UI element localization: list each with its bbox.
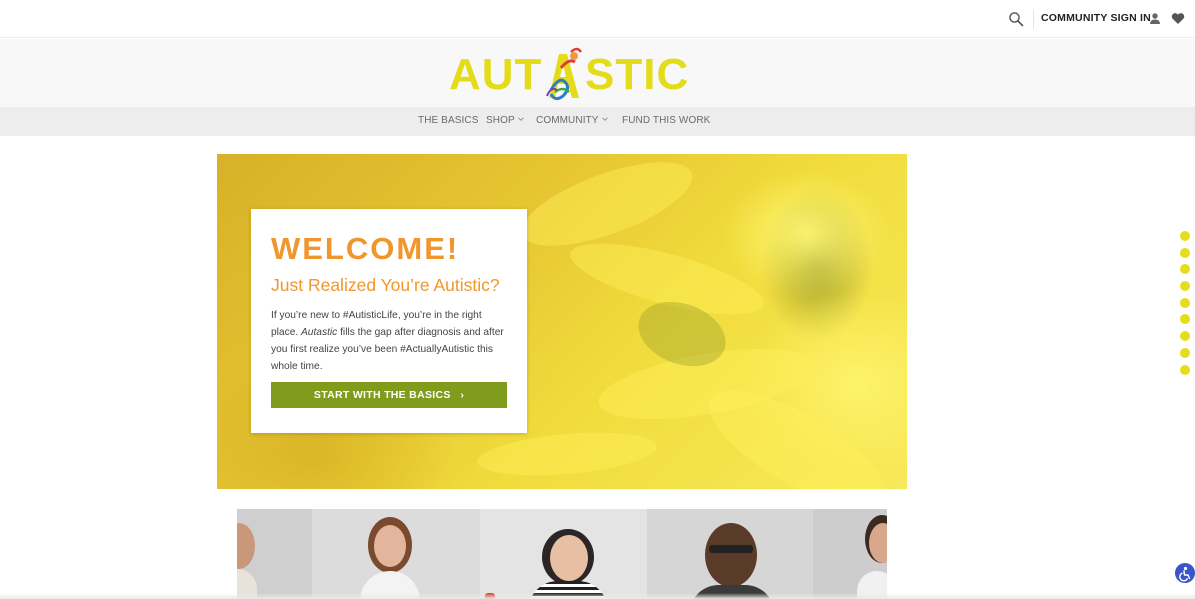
welcome-heading: WELCOME!: [271, 231, 460, 266]
bottom-edge-shadow: [0, 593, 1195, 599]
user-icon[interactable]: [1149, 12, 1161, 25]
start-with-basics-button[interactable]: START WITH THE BASICS ›: [271, 382, 507, 408]
scroll-dot[interactable]: [1180, 347, 1190, 358]
main-nav: THE BASICS SHOP COMMUNITY FUND THIS WORK: [0, 107, 1195, 136]
chevron-down-icon: [601, 117, 608, 121]
welcome-card: WELCOME! Just Realized You’re Autistic? …: [251, 209, 527, 433]
photo-panel: [813, 509, 887, 599]
scroll-dot[interactable]: [1180, 331, 1190, 342]
nav-item-label: SHOP: [486, 115, 515, 126]
scroll-dot[interactable]: [1180, 314, 1190, 325]
photo-panel: [237, 509, 312, 599]
scroll-dot[interactable]: [1180, 297, 1190, 308]
top-utility-bar: COMMUNITY SIGN IN: [0, 0, 1195, 38]
chevron-right-icon: ›: [460, 389, 465, 401]
site-logo[interactable]: AUT STIC: [449, 46, 688, 102]
photo-panel: [480, 509, 647, 599]
accessibility-icon: [1179, 566, 1191, 582]
photo-panel: [647, 509, 813, 599]
logo-text-right: STIC: [585, 50, 690, 99]
scroll-dot[interactable]: [1180, 264, 1190, 275]
logo-mermaid-icon: [546, 47, 583, 101]
section-scroll-dots: [1180, 231, 1191, 381]
community-sign-in-link[interactable]: COMMUNITY SIGN IN: [1041, 12, 1151, 24]
search-icon[interactable]: [1008, 11, 1024, 27]
nav-item-label: FUND THIS WORK: [622, 115, 711, 126]
logo-text-left: AUT: [449, 50, 543, 99]
scroll-dot[interactable]: [1180, 281, 1190, 292]
scroll-dot[interactable]: [1180, 231, 1190, 241]
nav-item-community[interactable]: COMMUNITY: [536, 115, 608, 126]
welcome-subheading: Just Realized You’re Autistic?: [271, 275, 500, 295]
topbar-divider: [1033, 9, 1034, 29]
accessibility-button[interactable]: [1175, 563, 1195, 583]
welcome-body: If you’re new to #AutisticLife, you’re i…: [271, 310, 504, 372]
photo-panel: [312, 509, 480, 599]
people-photo-strip: [237, 509, 887, 599]
scroll-dot[interactable]: [1180, 247, 1190, 258]
nav-item-the-basics[interactable]: THE BASICS: [418, 115, 478, 126]
heart-icon[interactable]: [1171, 12, 1185, 25]
chevron-down-icon: [517, 117, 524, 121]
nav-item-shop[interactable]: SHOP: [486, 115, 524, 126]
scroll-dot[interactable]: [1180, 364, 1190, 375]
nav-item-label: COMMUNITY: [536, 115, 599, 126]
nav-item-fund-this-work[interactable]: FUND THIS WORK: [622, 115, 710, 126]
nav-item-label: THE BASICS: [418, 115, 479, 126]
